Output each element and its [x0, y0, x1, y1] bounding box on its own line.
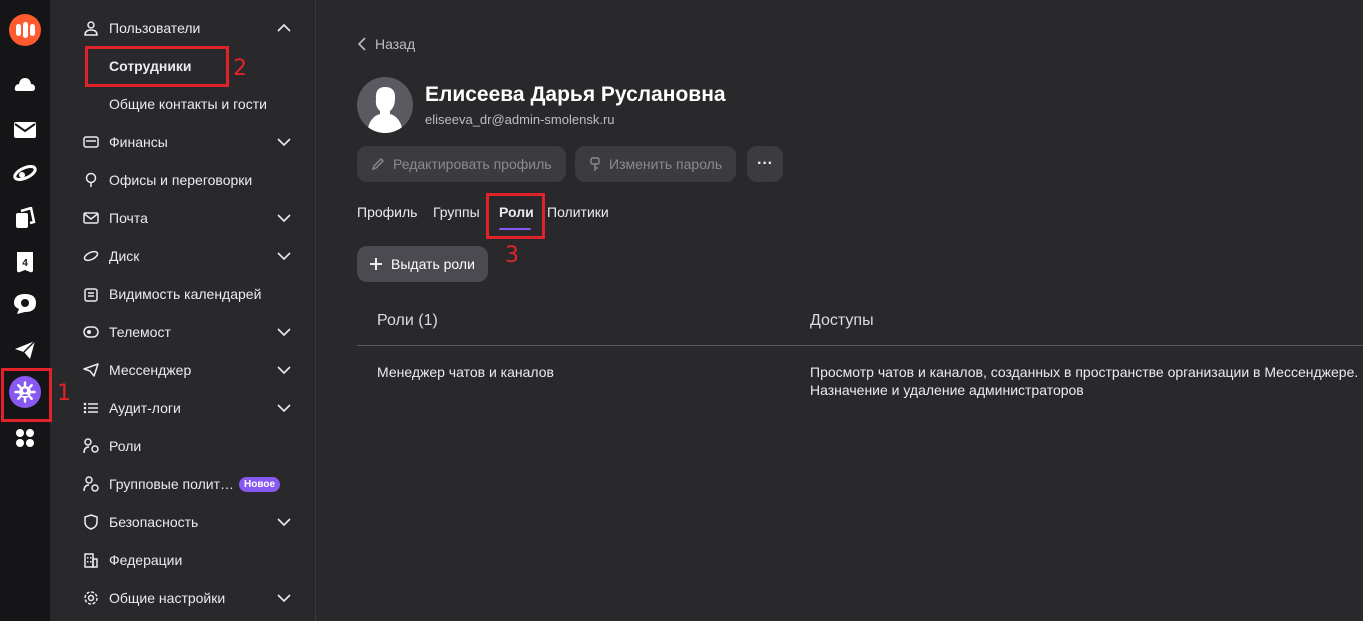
policy-icon: [82, 475, 100, 493]
calendar-icon[interactable]: 4: [12, 249, 38, 275]
building-icon: [82, 551, 100, 569]
sidebar-item-label: Аудит-логи: [109, 400, 181, 416]
role-name: Менеджер чатов и каналов: [377, 364, 554, 380]
back-label: Назад: [375, 36, 416, 52]
logo-icon[interactable]: [9, 14, 41, 46]
sidebar-item-finance[interactable]: Финансы: [82, 130, 292, 154]
chevron-down-icon[interactable]: [276, 362, 292, 378]
annotation-box-3: [486, 193, 545, 239]
annotation-number-2: 2: [233, 56, 247, 81]
grant-roles-button[interactable]: Выдать роли: [357, 246, 488, 282]
annotation-number-1: 1: [57, 381, 71, 406]
disk-icon: [82, 247, 100, 265]
user-email: eliseeva_dr@admin-smolensk.ru: [425, 112, 615, 127]
edit-profile-label: Редактировать профиль: [393, 156, 552, 172]
sidebar-item-label: Роли: [109, 438, 142, 454]
sidebar-item-label: Почта: [109, 210, 148, 226]
edit-profile-button[interactable]: Редактировать профиль: [357, 146, 566, 182]
avatar: [357, 77, 413, 133]
annotation-box-1: [1, 368, 52, 422]
sidebar-item-label: Диск: [109, 248, 140, 264]
sidebar-item-security[interactable]: Безопасность: [82, 510, 292, 534]
role-access-line-1: Просмотр чатов и каналов, созданных в пр…: [810, 364, 1359, 380]
sidebar-item-disk[interactable]: Диск: [82, 244, 292, 268]
back-link[interactable]: Назад: [357, 36, 415, 52]
sidebar-item-offices[interactable]: Офисы и переговорки: [82, 168, 292, 192]
mail-icon[interactable]: [12, 117, 38, 143]
chevron-down-icon[interactable]: [276, 210, 292, 226]
docs-icon[interactable]: [12, 205, 38, 231]
mail-icon: [82, 209, 100, 227]
sidebar-item-label: Безопасность: [109, 514, 199, 530]
sidebar-item-group-policies[interactable]: Групповые полит… Новое: [82, 472, 292, 496]
sidebar-item-label: Общие настройки: [109, 590, 226, 606]
telemost-icon[interactable]: [12, 291, 38, 317]
plus-icon: [370, 258, 382, 270]
sidebar-item-label: Пользователи: [109, 20, 201, 36]
chevron-left-icon: [357, 37, 366, 51]
table-divider: [357, 345, 1363, 346]
calendar-icon: [82, 285, 100, 303]
tab-profile[interactable]: Профиль: [357, 204, 417, 220]
table-header-access: Доступы: [810, 312, 874, 329]
user-icon: [82, 19, 100, 37]
main-content: Назад Елисеева Дарья Руслановна eliseeva…: [317, 0, 1363, 621]
sidebar-item-mail[interactable]: Почта: [82, 206, 292, 230]
send-icon: [82, 361, 100, 379]
more-button[interactable]: ···: [747, 146, 783, 182]
sidebar-item-audit[interactable]: Аудит-логи: [82, 396, 292, 420]
apps-icon[interactable]: [12, 425, 38, 451]
messenger-icon[interactable]: [12, 337, 38, 363]
svg-text:4: 4: [22, 258, 28, 269]
chevron-down-icon[interactable]: [276, 248, 292, 264]
telemost-icon: [82, 323, 100, 341]
sidebar-item-label: Видимость календарей: [109, 286, 262, 302]
roles-icon: [82, 437, 100, 455]
change-password-button[interactable]: Изменить пароль: [575, 146, 737, 182]
chevron-down-icon[interactable]: [276, 514, 292, 530]
sidebar-item-label: Федерации: [109, 552, 183, 568]
grant-roles-label: Выдать роли: [391, 256, 475, 272]
chevron-up-icon[interactable]: [276, 20, 292, 36]
user-name: Елисеева Дарья Руслановна: [425, 83, 726, 106]
sidebar-item-label: Офисы и переговорки: [109, 172, 253, 188]
sidebar-item-calendar-visibility[interactable]: Видимость календарей: [82, 282, 292, 306]
sidebar-item-label: Телемост: [109, 324, 171, 340]
sidebar-item-label: Мессенджер: [109, 362, 192, 378]
change-password-label: Изменить пароль: [609, 156, 723, 172]
tab-policies[interactable]: Политики: [547, 204, 609, 220]
role-access-line-2: Назначение и удаление администраторов: [810, 382, 1084, 398]
annotation-box-2: [85, 46, 229, 87]
app-rail: 4: [0, 0, 50, 621]
shield-icon: [82, 513, 100, 531]
finance-icon: [82, 133, 100, 151]
table-header-roles: Роли (1): [377, 312, 438, 329]
disk-icon[interactable]: [12, 160, 38, 186]
location-icon: [82, 171, 100, 189]
key-icon: [590, 156, 600, 171]
pencil-icon: [371, 158, 384, 171]
chevron-down-icon[interactable]: [276, 400, 292, 416]
annotation-number-3: 3: [505, 243, 519, 268]
sidebar-item-label: Групповые полит…: [109, 476, 235, 492]
admin-sidebar: Пользователи Сотрудники Общие контакты и…: [58, 0, 316, 621]
user-silhouette-icon: [367, 87, 403, 133]
chevron-down-icon[interactable]: [276, 134, 292, 150]
sidebar-item-contacts[interactable]: Общие контакты и гости: [109, 96, 267, 112]
gear-icon: [82, 589, 100, 607]
more-icon: ···: [757, 155, 773, 172]
sidebar-item-users[interactable]: Пользователи: [82, 16, 292, 40]
sidebar-item-roles[interactable]: Роли: [82, 434, 292, 458]
chevron-down-icon[interactable]: [276, 324, 292, 340]
sidebar-item-messenger[interactable]: Мессенджер: [82, 358, 292, 382]
sidebar-item-federations[interactable]: Федерации: [82, 548, 292, 572]
new-badge: Новое: [239, 476, 281, 492]
sidebar-item-label: Финансы: [109, 134, 168, 150]
list-icon: [82, 399, 100, 417]
cloud-icon[interactable]: [12, 72, 38, 98]
sidebar-item-general-settings[interactable]: Общие настройки: [82, 586, 292, 610]
sidebar-item-telemost[interactable]: Телемост: [82, 320, 292, 344]
chevron-down-icon[interactable]: [276, 590, 292, 606]
tab-groups[interactable]: Группы: [433, 204, 480, 220]
